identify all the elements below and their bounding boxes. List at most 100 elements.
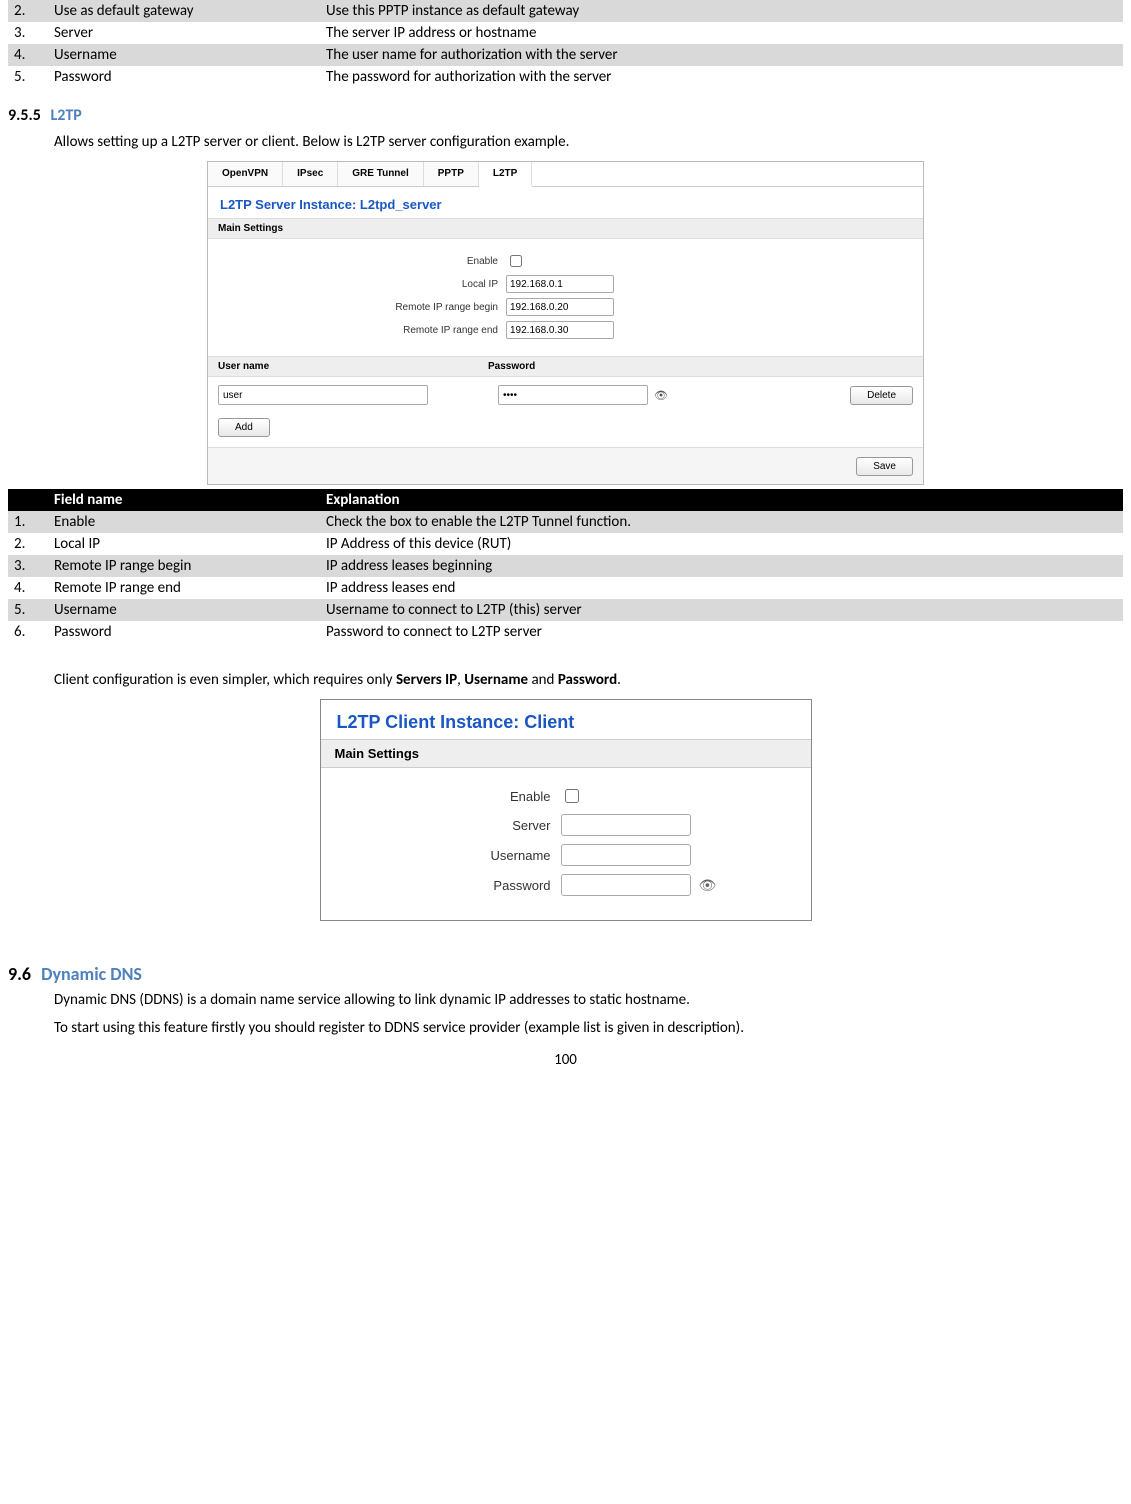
th-blank xyxy=(8,489,48,511)
password-input[interactable] xyxy=(498,385,648,405)
client-enable-label: Enable xyxy=(321,789,561,804)
row-num: 2. xyxy=(8,533,48,555)
row-field: Remote IP range begin xyxy=(48,555,320,577)
table-row: 3. Remote IP range begin IP address leas… xyxy=(8,555,1123,577)
row-num: 6. xyxy=(8,621,48,643)
table-row: 5. Username Username to connect to L2TP … xyxy=(8,599,1123,621)
user-row: 👁 Delete xyxy=(208,377,923,413)
text-seg: . xyxy=(617,671,621,689)
col-username: User name xyxy=(218,361,488,372)
row-num: 3. xyxy=(8,22,48,44)
row-num: 4. xyxy=(8,577,48,599)
local-ip-label: Local IP xyxy=(208,279,506,290)
username-input[interactable] xyxy=(218,385,428,405)
client-username-label: Username xyxy=(321,848,561,863)
tab-pptp[interactable]: PPTP xyxy=(424,162,479,186)
tab-gre[interactable]: GRE Tunnel xyxy=(338,162,423,186)
tab-l2tp[interactable]: L2TP xyxy=(479,162,532,187)
row-field: Username xyxy=(48,599,320,621)
table-row: 2. Use as default gateway Use this PPTP … xyxy=(8,0,1123,22)
eye-icon[interactable]: 👁 xyxy=(654,389,668,402)
row-num: 5. xyxy=(8,66,48,88)
row-num: 5. xyxy=(8,599,48,621)
row-exp: Username to connect to L2TP (this) serve… xyxy=(320,599,1123,621)
row-num: 1. xyxy=(8,511,48,533)
heading-title: Dynamic DNS xyxy=(41,963,142,985)
client-server-label: Server xyxy=(321,818,561,833)
eye-icon[interactable]: 👁 xyxy=(699,877,717,894)
client-server-input[interactable] xyxy=(561,814,691,836)
save-button[interactable]: Save xyxy=(856,457,913,476)
pptp-params-table: 2. Use as default gateway Use this PPTP … xyxy=(8,0,1123,88)
table-row: 6. Password Password to connect to L2TP … xyxy=(8,621,1123,643)
local-ip-input[interactable] xyxy=(506,275,614,293)
client-instance-title: L2TP Client Instance: Client xyxy=(321,700,811,739)
col-password: Password xyxy=(488,361,535,372)
row-exp: IP address leases beginning xyxy=(320,555,1123,577)
l2tp-client-screenshot: L2TP Client Instance: Client Main Settin… xyxy=(320,699,812,921)
row-exp: The server IP address or hostname xyxy=(320,22,1123,44)
l2tp-server-screenshot: OpenVPN IPsec GRE Tunnel PPTP L2TP L2TP … xyxy=(207,161,924,485)
l2tp-intro: Allows setting up a L2TP server or clien… xyxy=(54,133,1123,151)
tab-openvpn[interactable]: OpenVPN xyxy=(208,162,283,186)
vpn-tabs: OpenVPN IPsec GRE Tunnel PPTP L2TP xyxy=(208,162,923,187)
text-bold: Username xyxy=(464,671,528,689)
table-row: 5. Password The password for authorizati… xyxy=(8,66,1123,88)
row-num: 4. xyxy=(8,44,48,66)
user-table-header: User name Password xyxy=(208,356,923,377)
client-config-text: Client configuration is even simpler, wh… xyxy=(54,671,1123,689)
range-begin-input[interactable] xyxy=(506,298,614,316)
main-settings-header: Main Settings xyxy=(208,218,923,239)
enable-checkbox[interactable] xyxy=(510,255,522,267)
instance-title: L2TP Server Instance: L2tpd_server xyxy=(208,187,923,218)
table-row: 3. Server The server IP address or hostn… xyxy=(8,22,1123,44)
text-seg: and xyxy=(528,671,558,689)
text-bold: Password xyxy=(558,671,617,689)
th-exp: Explanation xyxy=(320,489,1123,511)
l2tp-params-table: Field name Explanation 1. Enable Check t… xyxy=(8,489,1123,643)
table-row: 4. Username The user name for authorizat… xyxy=(8,44,1123,66)
heading-l2tp: 9.5.5 L2TP xyxy=(8,106,1123,125)
client-password-input[interactable] xyxy=(561,874,691,896)
heading-title: L2TP xyxy=(51,106,82,125)
row-num: 2. xyxy=(8,0,48,22)
client-main-settings: Main Settings xyxy=(321,739,811,768)
text-bold: Servers IP xyxy=(396,671,457,689)
row-field: Username xyxy=(48,44,320,66)
range-begin-label: Remote IP range begin xyxy=(208,302,506,313)
client-username-input[interactable] xyxy=(561,844,691,866)
heading-ddns: 9.6 Dynamic DNS xyxy=(8,963,1123,985)
row-num: 3. xyxy=(8,555,48,577)
row-field: Use as default gateway xyxy=(48,0,320,22)
row-field: Enable xyxy=(48,511,320,533)
add-button[interactable]: Add xyxy=(218,418,270,437)
row-exp: The password for authorization with the … xyxy=(320,66,1123,88)
row-field: Remote IP range end xyxy=(48,577,320,599)
enable-label: Enable xyxy=(208,256,506,267)
delete-button[interactable]: Delete xyxy=(850,386,913,405)
row-field: Password xyxy=(48,66,320,88)
ddns-p2: To start using this feature firstly you … xyxy=(54,1019,1123,1037)
th-field: Field name xyxy=(48,489,320,511)
client-enable-checkbox[interactable] xyxy=(565,789,579,803)
page-number: 100 xyxy=(8,1051,1123,1069)
range-end-input[interactable] xyxy=(506,321,614,339)
heading-num: 9.6 xyxy=(8,963,31,985)
row-field: Local IP xyxy=(48,533,320,555)
table-row: 4. Remote IP range end IP address leases… xyxy=(8,577,1123,599)
row-exp: Use this PPTP instance as default gatewa… xyxy=(320,0,1123,22)
range-end-label: Remote IP range end xyxy=(208,325,506,336)
row-field: Password xyxy=(48,621,320,643)
row-exp: IP address leases end xyxy=(320,577,1123,599)
text-seg: Client configuration is even simpler, wh… xyxy=(54,671,396,689)
heading-num: 9.5.5 xyxy=(8,106,41,125)
row-exp: Check the box to enable the L2TP Tunnel … xyxy=(320,511,1123,533)
table-row: 2. Local IP IP Address of this device (R… xyxy=(8,533,1123,555)
row-field: Server xyxy=(48,22,320,44)
row-exp: The user name for authorization with the… xyxy=(320,44,1123,66)
client-password-label: Password xyxy=(321,878,561,893)
tab-ipsec[interactable]: IPsec xyxy=(283,162,338,186)
ddns-p1: Dynamic DNS (DDNS) is a domain name serv… xyxy=(54,991,1123,1009)
table-row: 1. Enable Check the box to enable the L2… xyxy=(8,511,1123,533)
row-exp: IP Address of this device (RUT) xyxy=(320,533,1123,555)
